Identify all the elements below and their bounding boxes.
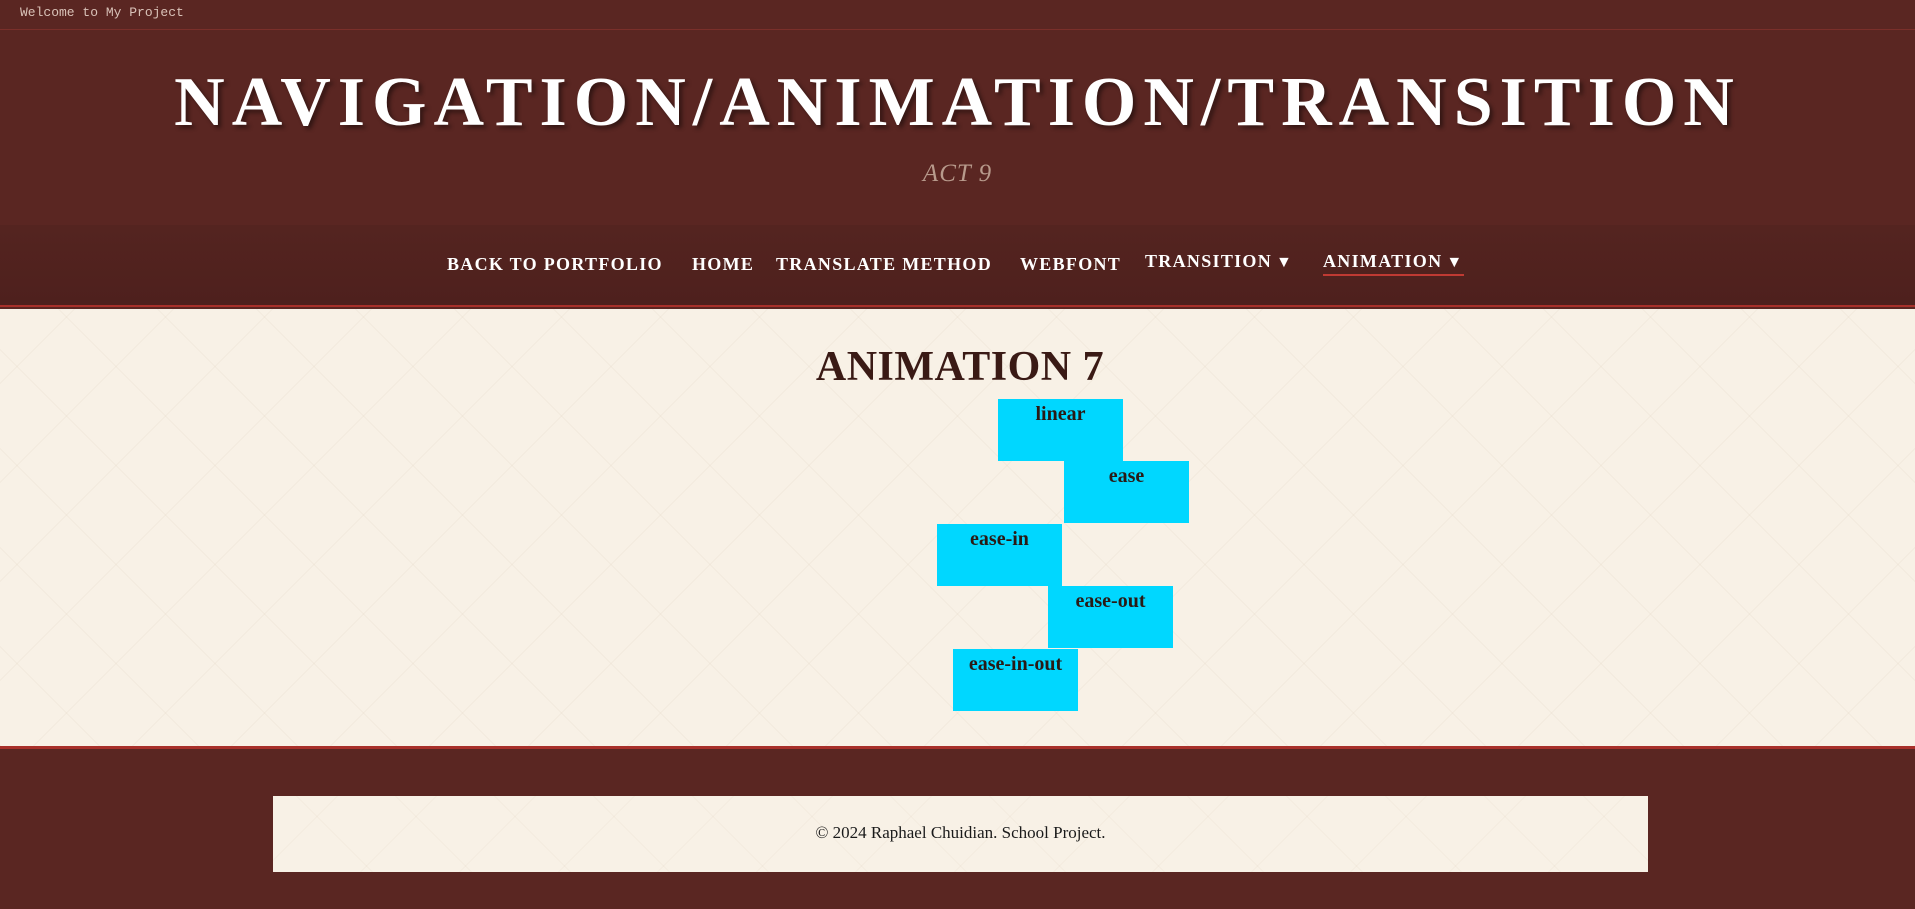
nav-animation-label: ANIMATION (1323, 251, 1443, 271)
nav-home[interactable]: HOME (692, 254, 754, 275)
top-bar: Welcome to My Project (0, 0, 1915, 30)
footer-copyright: © 2024 Raphael Chuidian. School Project. (815, 823, 1106, 842)
animation-box-ease: ease (1064, 461, 1189, 523)
nav-webfont[interactable]: WEBFONT (1020, 254, 1121, 275)
footer: © 2024 Raphael Chuidian. School Project. (273, 796, 1648, 872)
animation-box-ease-in-out: ease-in-out (953, 649, 1078, 711)
main-nav: BACK TO PORTFOLIO HOME TRANSLATE METHOD … (0, 225, 1915, 307)
animation-box-ease-in: ease-in (937, 524, 1062, 586)
welcome-text: Welcome to My Project (20, 5, 184, 20)
nav-transition[interactable]: TRANSITION ▼ (1145, 251, 1293, 272)
site-title: NAVIGATION/ANIMATION/TRANSITION (174, 64, 1741, 141)
page-title: ANIMATION 7 (815, 344, 1105, 390)
nav-back-to-portfolio[interactable]: BACK TO PORTFOLIO (447, 254, 663, 275)
animation-box-linear: linear (998, 399, 1123, 461)
nav-animation[interactable]: ANIMATION ▼ (1323, 251, 1464, 276)
site-subtitle: ACT 9 (922, 160, 993, 187)
animation-box-ease-out: ease-out (1048, 586, 1173, 648)
chevron-down-icon: ▼ (1276, 254, 1294, 271)
site-header: NAVIGATION/ANIMATION/TRANSITION ACT 9 (0, 30, 1915, 225)
chevron-down-icon: ▼ (1446, 254, 1464, 271)
main-content: ANIMATION 7 linear ease ease-in ease-out… (0, 309, 1915, 749)
nav-translate-method[interactable]: TRANSLATE METHOD (776, 254, 992, 275)
nav-transition-label: TRANSITION (1145, 251, 1273, 271)
